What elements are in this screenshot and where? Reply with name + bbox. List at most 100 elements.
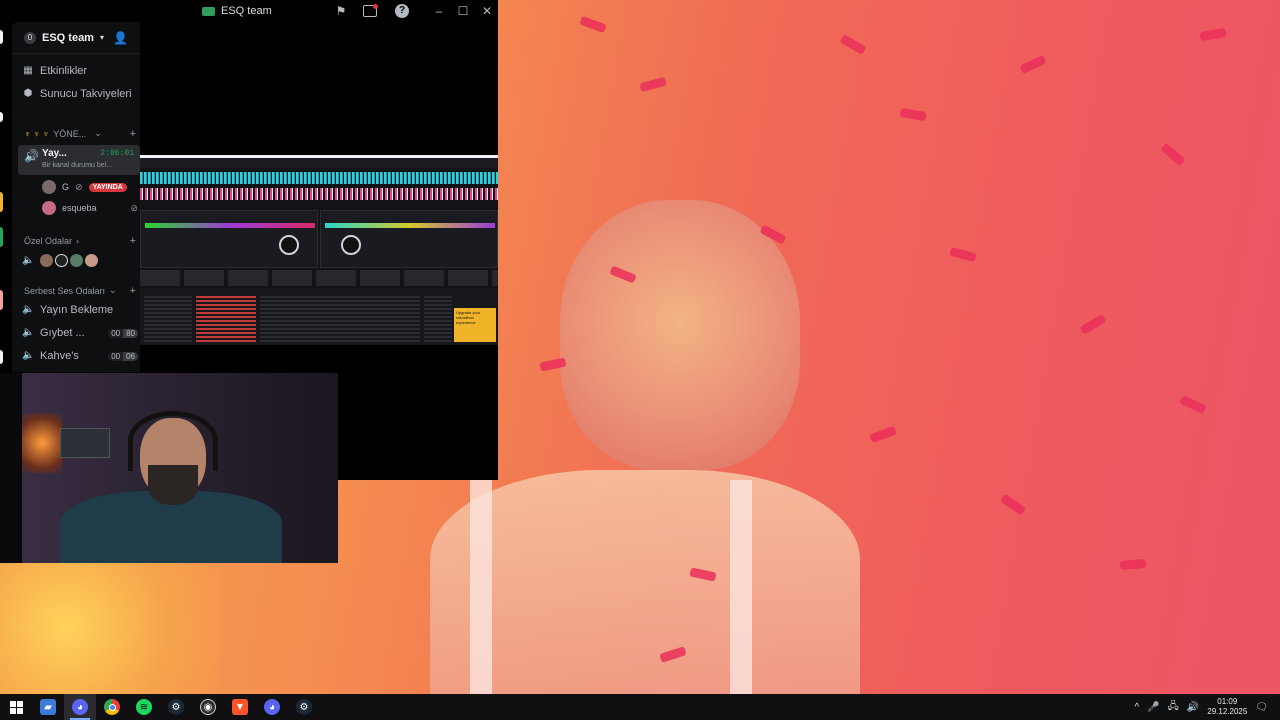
window-title: ESQ team <box>202 4 272 18</box>
server-name: ESQ team <box>42 31 94 44</box>
screen: ESQ team ⚑ ? – ☐ ✕ 0 ESQ team ▾ 👤 ▦ Etki… <box>0 0 1280 720</box>
clock-date: 29.12.2025 <box>1207 707 1248 716</box>
confetti <box>1199 27 1227 42</box>
stream-viewport[interactable]: Upgrade your rekordbox experience <box>140 155 498 345</box>
voice-channel-name: Gıybet ... <box>40 327 85 339</box>
voice-channel[interactable]: 🔈 Yayın Bekleme <box>22 304 138 316</box>
server-indicator <box>0 227 3 247</box>
voice-channel-name: Yayın Bekleme <box>40 304 114 316</box>
notifications-icon[interactable]: 🗨 <box>1255 702 1268 713</box>
category-private-label: Özel Odalar <box>24 236 73 246</box>
avatar <box>42 201 56 215</box>
speaker-icon: 🔈 <box>22 304 35 315</box>
network-icon[interactable]: 🖧 <box>1168 699 1179 716</box>
video-person <box>560 200 800 470</box>
deck-b[interactable] <box>320 210 498 268</box>
user-count-badge: 00 06 <box>108 351 138 361</box>
screen-share-icon[interactable] <box>363 4 378 17</box>
boosts-link[interactable]: ⬢ Sunucu Takviyeleri <box>22 88 138 100</box>
speaker-icon: 🔈 <box>22 254 35 266</box>
add-channel-icon[interactable]: + <box>130 285 136 297</box>
confetti <box>839 34 867 55</box>
chevron-down-icon: ⌄ <box>109 285 117 295</box>
confetti <box>999 493 1027 516</box>
headphones-icon <box>128 411 218 471</box>
speaker-icon: 🔈 <box>22 350 35 361</box>
jog-wheel-b[interactable] <box>341 235 361 255</box>
title-bar[interactable]: ESQ team ⚑ ? – ☐ ✕ <box>0 0 498 22</box>
taskbar[interactable]: ▰ ◕ ≋ ⚙ ◉ ▼ ◕ ⚙ ^ 🎤 🖧 🔊 01:09 29.12.2025… <box>0 694 1280 720</box>
user-name: esqueba <box>62 203 97 213</box>
deafened-icon: ⊘ <box>130 202 138 213</box>
confetti <box>1079 314 1107 335</box>
calendar-icon: ▦ <box>23 65 33 76</box>
category-private[interactable]: Özel Odalar › + <box>24 235 138 247</box>
discord-ptb-icon[interactable]: ◕ <box>256 694 288 720</box>
volume-icon[interactable]: 🔊 <box>1187 702 1199 713</box>
spotify-icon[interactable]: ≋ <box>128 694 160 720</box>
avatar <box>42 180 56 194</box>
voice-channel[interactable]: 🔈 Gıybet ... 00 80 <box>22 327 138 339</box>
confetti <box>869 425 897 444</box>
sampler-pads <box>140 270 498 286</box>
events-link[interactable]: ▦ Etkinlikler <box>22 65 138 77</box>
discord-icon[interactable]: ◕ <box>64 694 96 720</box>
chevron-down-icon: ⌄ <box>94 128 102 138</box>
brave-icon[interactable]: ▼ <box>224 694 256 720</box>
confetti <box>579 15 607 34</box>
track-browser[interactable] <box>140 288 498 345</box>
channel-sidebar[interactable]: 0 ESQ team ▾ 👤 ▦ Etkinlikler ⬢ Sunucu Ta… <box>12 22 140 372</box>
user-count-badge: 00 80 <box>108 328 138 338</box>
steam-icon[interactable]: ⚙ <box>160 694 192 720</box>
user-name: G <box>62 182 70 192</box>
server-rail[interactable] <box>0 22 4 372</box>
server-indicator <box>0 112 3 122</box>
category-free-voice[interactable]: Serbest Ses Odaları ⌄ + <box>24 285 138 297</box>
category-management-label: YÖNE... <box>53 128 87 139</box>
clock[interactable]: 01:09 29.12.2025 <box>1207 697 1247 717</box>
microphone-icon[interactable]: 🎤 <box>1147 702 1159 713</box>
server-indicator <box>0 290 3 310</box>
waveform-deck-b <box>140 188 498 200</box>
channel-duration: 2:06:01 <box>100 149 134 158</box>
server-header[interactable]: 0 ESQ team ▾ 👤 <box>12 22 140 54</box>
voice-user[interactable]: G ⊘ YAYINDA <box>42 180 138 194</box>
deck-a[interactable] <box>140 210 318 268</box>
system-tray[interactable]: ^ 🎤 🖧 🔊 01:09 29.12.2025 🗨 <box>1134 694 1280 720</box>
confetti <box>899 107 927 122</box>
windows-start-icon[interactable] <box>0 694 32 720</box>
maximize-icon[interactable]: ☐ <box>455 3 471 19</box>
chrome-icon[interactable] <box>96 694 128 720</box>
add-channel-icon[interactable]: + <box>130 128 136 140</box>
browser-col <box>424 296 452 344</box>
add-channel-icon[interactable]: + <box>130 235 136 247</box>
confetti <box>1019 54 1047 75</box>
explorer-icon[interactable]: ▰ <box>32 694 64 720</box>
webcam-beard <box>148 465 198 505</box>
count-limit: 80 <box>123 328 138 338</box>
voice-user[interactable]: esqueba ⊘ <box>42 201 138 215</box>
confetti <box>639 76 667 93</box>
upgrade-ad[interactable]: Upgrade your rekordbox experience <box>454 308 496 342</box>
clock-time: 01:09 <box>1217 697 1238 706</box>
active-voice-channel[interactable]: 🔊 Yay... 2:06:01 Bir kanal durumu bel... <box>18 145 140 175</box>
window-title-text: ESQ team <box>221 5 272 17</box>
minimize-icon[interactable]: – <box>431 3 447 19</box>
voice-channel[interactable]: 🔈 Kahve's 00 06 <box>22 350 138 362</box>
webcam-lamp <box>22 413 62 473</box>
jog-wheel-a[interactable] <box>279 235 299 255</box>
private-room-row[interactable]: 🔈 <box>22 254 138 267</box>
video-shirt <box>430 470 860 694</box>
help-icon[interactable]: ? <box>395 4 409 18</box>
invite-user-icon[interactable]: 👤 <box>113 31 128 45</box>
dj-toolbar <box>140 158 498 168</box>
category-management[interactable]: ♆ ♆ ♆ YÖNE... ⌄ + <box>24 128 138 140</box>
tray-overflow-icon[interactable]: ^ <box>1134 702 1139 713</box>
deck-b-overview <box>325 223 495 228</box>
inbox-flag-icon[interactable]: ⚑ <box>333 3 349 19</box>
steam-alt-icon[interactable]: ⚙ <box>288 694 320 720</box>
category-free-voice-label: Serbest Ses Odaları <box>24 285 106 296</box>
waveform-deck-a <box>140 172 498 184</box>
obs-icon[interactable]: ◉ <box>192 694 224 720</box>
close-icon[interactable]: ✕ <box>479 3 495 19</box>
